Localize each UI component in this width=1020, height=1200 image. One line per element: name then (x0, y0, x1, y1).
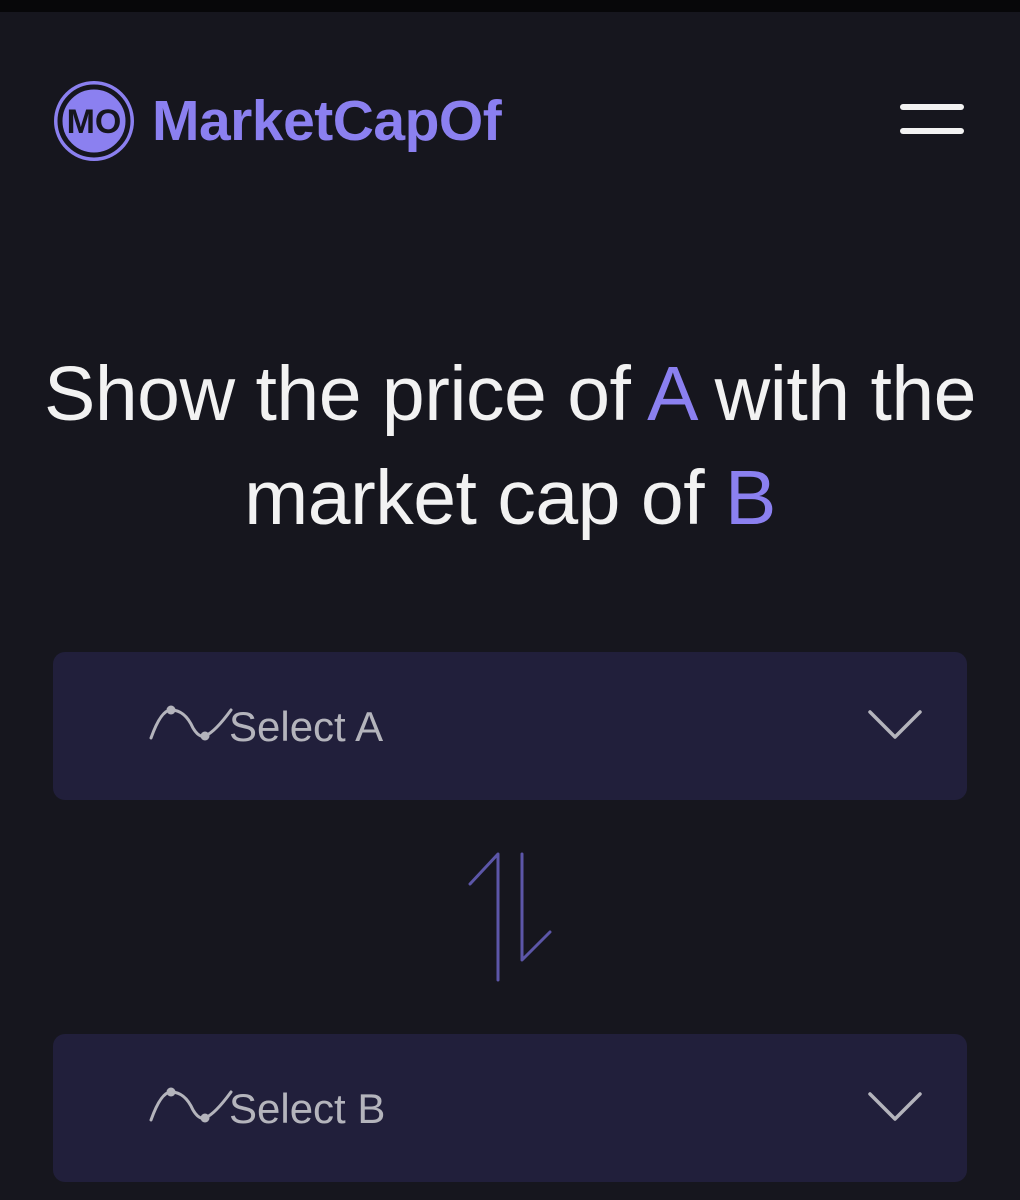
menu-line (900, 128, 964, 134)
brand-logo-link[interactable]: MO MarketCapOf (52, 78, 502, 164)
logo-mark: MO (52, 79, 136, 163)
select-b-dropdown[interactable]: Select B (53, 1034, 967, 1182)
brand-name: MarketCapOf (152, 89, 502, 153)
select-b-placeholder: Select B (229, 1085, 386, 1132)
chevron-down-icon (867, 1090, 923, 1129)
menu-line (900, 104, 964, 110)
swap-arrows-icon[interactable] (462, 848, 558, 988)
chevron-down-icon (867, 708, 923, 747)
headline-token-a: A (647, 351, 694, 437)
headline-text: Show the price of (43, 351, 631, 437)
select-a-dropdown[interactable]: Select A (53, 652, 967, 800)
site-header: MO MarketCapOf (52, 78, 968, 164)
select-a-placeholder: Select A (229, 703, 384, 750)
logo-mark-text: MO (67, 103, 122, 141)
headline-token-b: B (725, 455, 776, 541)
page-headline: Show the price of A with the market cap … (40, 342, 980, 550)
trend-line-icon (149, 1084, 233, 1135)
status-bar (0, 0, 1020, 12)
hamburger-menu-icon[interactable] (898, 100, 968, 142)
trend-line-icon (149, 702, 233, 753)
